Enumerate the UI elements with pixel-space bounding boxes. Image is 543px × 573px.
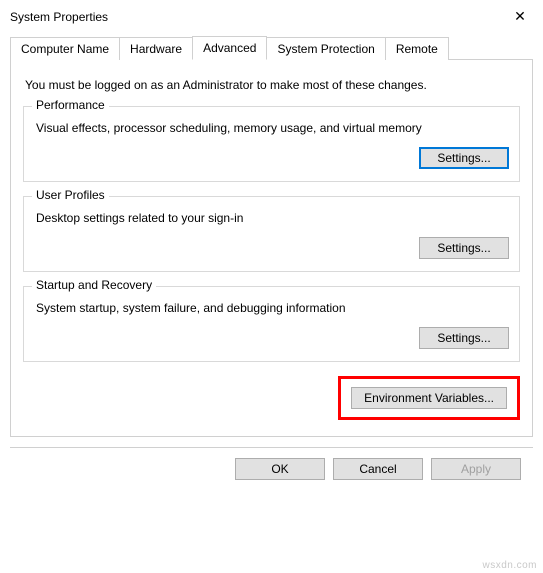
window-title: System Properties (10, 10, 108, 24)
env-highlight: Environment Variables... (338, 376, 520, 420)
intro-text: You must be logged on as an Administrato… (25, 78, 520, 92)
tab-remote[interactable]: Remote (385, 37, 449, 60)
group-user-profiles-desc: Desktop settings related to your sign-in (36, 211, 509, 225)
close-icon[interactable]: ✕ (505, 8, 535, 25)
group-performance-desc: Visual effects, processor scheduling, me… (36, 121, 509, 135)
tab-panel-advanced: You must be logged on as an Administrato… (10, 59, 533, 437)
tab-computer-name[interactable]: Computer Name (10, 37, 120, 60)
user-profiles-settings-button[interactable]: Settings... (419, 237, 509, 259)
dialog-button-bar: OK Cancel Apply (10, 447, 533, 490)
cancel-button[interactable]: Cancel (333, 458, 423, 480)
group-performance-legend: Performance (32, 98, 109, 112)
env-row: Environment Variables... (23, 376, 520, 420)
tab-hardware[interactable]: Hardware (119, 37, 193, 60)
title-bar: System Properties ✕ (0, 0, 543, 31)
group-performance: Performance Visual effects, processor sc… (23, 106, 520, 182)
group-startup-recovery-legend: Startup and Recovery (32, 278, 156, 292)
group-startup-recovery: Startup and Recovery System startup, sys… (23, 286, 520, 362)
environment-variables-button[interactable]: Environment Variables... (351, 387, 507, 409)
watermark-text: wsxdn.com (482, 560, 537, 571)
group-user-profiles-legend: User Profiles (32, 188, 109, 202)
ok-button[interactable]: OK (235, 458, 325, 480)
group-startup-recovery-desc: System startup, system failure, and debu… (36, 301, 509, 315)
tab-system-protection[interactable]: System Protection (266, 37, 385, 60)
startup-recovery-settings-button[interactable]: Settings... (419, 327, 509, 349)
group-user-profiles: User Profiles Desktop settings related t… (23, 196, 520, 272)
dialog-content: Computer Name Hardware Advanced System P… (0, 31, 543, 490)
tab-advanced[interactable]: Advanced (192, 36, 267, 60)
apply-button[interactable]: Apply (431, 458, 521, 480)
performance-settings-button[interactable]: Settings... (419, 147, 509, 169)
tabs: Computer Name Hardware Advanced System P… (10, 35, 533, 59)
